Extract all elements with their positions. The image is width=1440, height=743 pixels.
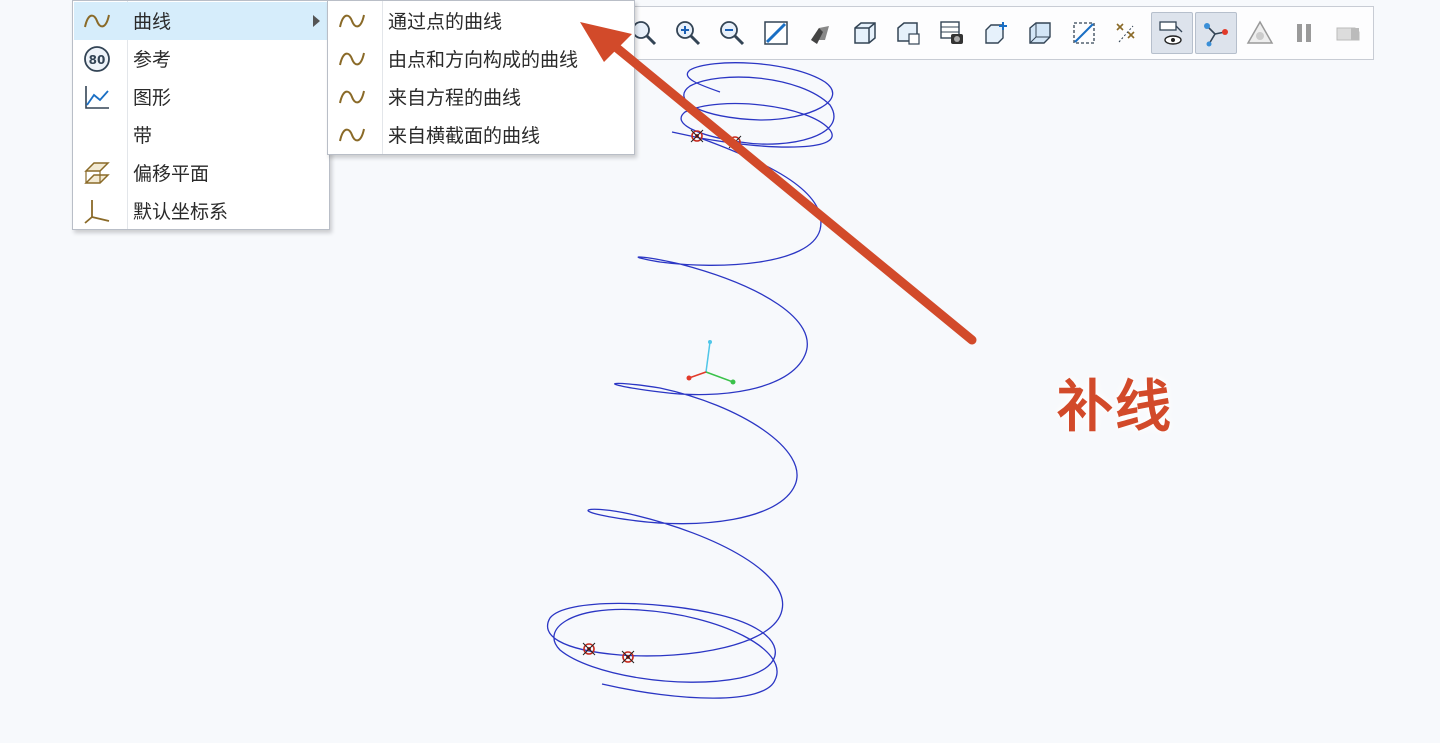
view-manager-button[interactable]: [887, 12, 929, 54]
graph-icon: [82, 83, 112, 111]
zoom-in-button[interactable]: [667, 12, 709, 54]
display-style-button[interactable]: [799, 12, 841, 54]
menu-item-graph[interactable]: 图形: [74, 78, 328, 116]
pause-icon: [1297, 24, 1311, 42]
menu-item-reference[interactable]: 80 参考: [74, 40, 328, 78]
point-display-icon: [1116, 23, 1135, 43]
datum-display-icon: [1204, 23, 1228, 47]
spin-center-button[interactable]: [975, 12, 1017, 54]
dim-display-icon: [1336, 27, 1360, 41]
display-style-icon: [811, 26, 829, 44]
annotation-display-button[interactable]: [1151, 12, 1193, 54]
zoom-out-icon: [720, 21, 745, 46]
zoom-out-button[interactable]: [711, 12, 753, 54]
curve-icon: [337, 121, 367, 149]
section-button[interactable]: [1019, 12, 1061, 54]
simulation-icon: [1246, 20, 1274, 44]
datum-display-button[interactable]: [1195, 12, 1237, 54]
section-icon: [1029, 22, 1051, 44]
zoom-in-icon: [676, 21, 701, 46]
svg-text:80: 80: [89, 53, 106, 67]
annotation-label: 补线: [1057, 375, 1173, 440]
submenu-item-curve-point-direction[interactable]: 由点和方向构成的曲线: [329, 40, 633, 78]
menu-item-curve[interactable]: 曲线: [74, 2, 328, 40]
helix-curve-body[interactable]: [546, 137, 822, 699]
repaint-button[interactable]: [755, 12, 797, 54]
menu-item-default-csys[interactable]: 默认坐标系: [74, 192, 328, 230]
menu-item-label: 来自横截面的曲线: [388, 125, 541, 147]
view-manager-icon: [897, 22, 920, 45]
spin-center-icon: [985, 22, 1007, 44]
dim-display-button[interactable]: [1327, 12, 1369, 54]
submenu-arrow-icon: [313, 15, 320, 27]
perspective-icon: [940, 21, 963, 44]
menu-item-label: 带: [133, 125, 153, 147]
plane-display-button[interactable]: [1063, 12, 1105, 54]
menu-item-label: 曲线: [133, 11, 172, 33]
menu-item-ribbon[interactable]: 带: [74, 116, 328, 154]
datum-point-marker[interactable]: [728, 135, 742, 149]
curve-icon: [337, 7, 367, 35]
point-display-button[interactable]: [1107, 12, 1149, 54]
pause-button[interactable]: [1283, 12, 1325, 54]
curve-icon: [337, 83, 367, 111]
menu-item-label: 参考: [133, 49, 172, 71]
graphics-toolbar: [612, 6, 1374, 60]
submenu-item-curve-through-points[interactable]: 通过点的曲线: [329, 2, 633, 40]
coordinate-system-icon: [82, 197, 112, 225]
menu-item-label: 图形: [133, 87, 172, 109]
simulation-button[interactable]: [1239, 12, 1281, 54]
perspective-button[interactable]: [931, 12, 973, 54]
model-datum-menu: 曲线 80 参考 图形 带 偏移平面 默认坐标系: [72, 0, 330, 230]
submenu-item-curve-from-cross-section[interactable]: 来自横截面的曲线: [329, 116, 633, 154]
offset-plane-icon: [82, 159, 112, 187]
saved-orientations-icon: [854, 22, 876, 44]
datum-point-marker[interactable]: [621, 650, 635, 664]
plane-display-icon: [1073, 22, 1095, 44]
annotation-display-icon: [1159, 21, 1183, 45]
menu-item-offset-plane[interactable]: 偏移平面: [74, 154, 328, 192]
submenu-item-curve-from-equation[interactable]: 来自方程的曲线: [329, 78, 633, 116]
coordinate-triad: [686, 340, 736, 385]
repaint-icon: [764, 21, 788, 45]
menu-item-label: 由点和方向构成的曲线: [388, 49, 579, 71]
menu-item-label: 来自方程的曲线: [388, 87, 522, 109]
menu-item-label: 默认坐标系: [133, 201, 229, 223]
reference-icon: 80: [82, 45, 112, 73]
menu-item-label: 偏移平面: [133, 163, 210, 185]
curve-submenu: 通过点的曲线 由点和方向构成的曲线 来自方程的曲线 来自横截面的曲线: [327, 0, 635, 155]
curve-icon: [82, 7, 112, 35]
curve-icon: [337, 45, 367, 73]
saved-orientations-button[interactable]: [843, 12, 885, 54]
datum-point-marker[interactable]: [582, 642, 596, 656]
menu-item-label: 通过点的曲线: [388, 11, 503, 33]
